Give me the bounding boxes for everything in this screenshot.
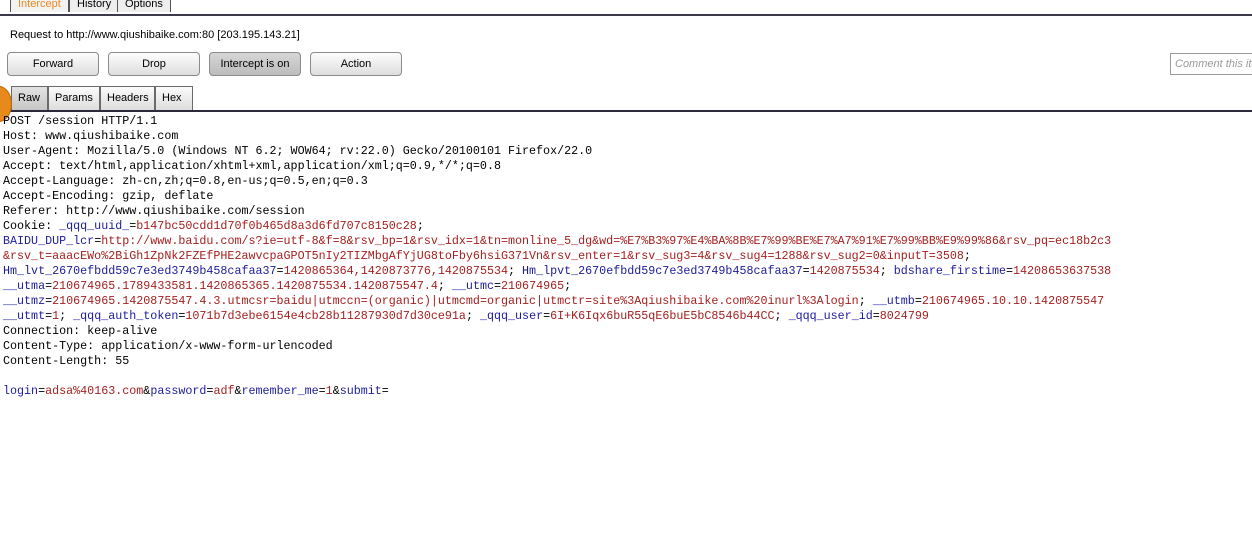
cookie-separator: = [1005,264,1013,278]
cookie-name: __utma [3,279,46,293]
cookie-line: __utma = 210674965.1789433581.1420865365.1… [3,279,1252,294]
cookie-line: Cookie: _qqq_uuid_=b147bc50cdd1d70f0b465… [3,219,1252,234]
cookie-line: Hm_lvt_2670efbdd59c7e3ed3749b458cafaa37=… [3,264,1252,279]
tab-headers[interactable]: Headers [100,86,155,110]
request-line: Content-Length: 55 [3,354,130,368]
cookie-value: 210674965.1789433581.1420865365.14208755… [52,279,438,293]
cookie-line: &rsv_t=aaacEWo%2BiGh1ZpNk2FZEfPHE2awvcpa… [3,249,1252,264]
request-line: Accept-Encoding: gzip, deflate [3,189,214,203]
cookie-name: BAIDU_DUP_lcr [3,234,95,248]
cookie-separator: ; [416,219,424,233]
param-separator: = [381,384,389,398]
cookie-value: 210674965.1420875547.4.3.utmcsr=baidu|ut… [52,294,859,308]
cookie-separator: = [276,264,284,278]
cookie-separator: ; [879,264,894,278]
request-target-label: Request to http://www.qiushibaike.com:80… [10,29,300,41]
tab-history[interactable]: History [69,0,120,12]
cookie-separator: = [914,294,922,308]
cookie-line: BAIDU_DUP_lcr=http://www.baidu.com/s?ie=… [3,234,1252,249]
cookie-separator: ; [858,294,873,308]
raw-request-editor[interactable]: POST /session HTTP/1.1 Host: www.qiushiba… [3,114,1252,552]
cookie-value: &rsv_t=aaacEWo%2BiGh1ZpNk2FZEfPHE2awvcpa… [3,249,964,263]
request-line: Connection: keep-alive [3,324,158,338]
request-body: login=adsa%40163.com&password=adf&rememb… [3,384,1252,399]
forward-button[interactable]: Forward [7,52,99,76]
cookie-separator: ; [774,309,789,323]
action-button[interactable]: Action [310,52,402,76]
request-line: Referer: http://www.qiushibaike.com/sess… [3,204,305,218]
cookie-value: http://www.baidu.com/s?ie=utf-8&f=8&rsv_… [101,234,1112,248]
cookie-name: _qqq_auth_token [73,309,179,323]
cookie-name: _qqq_user [479,309,544,323]
param-separator: = [318,384,326,398]
cookie-separator: ; [564,279,572,293]
cookie-separator: ; [465,309,480,323]
cookie-value: 8024799 [879,309,929,323]
cookie-value: 1071b7d3ebe6154e4cb28b11287930d7d30ce91a [185,309,466,323]
cookie-line: __utmt=1; _qqq_auth_token=1071b7d3ebe615… [3,309,1252,324]
request-line: POST /session HTTP/1.1 [3,114,158,128]
param-name: remember_me [241,384,319,398]
cookie-value: 210674965.10.10.1420875547 [921,294,1105,308]
cookie-name: __utmt [3,309,46,323]
cookie-value: 1420875534 [809,264,880,278]
comment-input[interactable]: Comment this item [1170,53,1252,75]
cookie-value: 1420865364,1420873776,1420875534 [283,264,508,278]
cookie-separator: ; [508,264,523,278]
param-name: password [150,384,207,398]
cookie-name: _qqq_uuid_ [59,219,130,233]
cookie-name: __utmz [3,294,46,308]
cookie-line: __utmz = 210674965.1420875547.4.3.utmcsr=b… [3,294,1252,309]
param-separator: & [234,384,242,398]
request-line [3,369,1252,384]
cookie-separator: = [872,309,880,323]
cookie-separator: = [802,264,810,278]
cookie-name: _qqq_user_id [788,309,873,323]
tab-intercept[interactable]: Intercept [10,0,69,12]
request-line: Host: www.qiushibaike.com [3,129,179,143]
cookie-separator: ; [963,249,971,263]
request-line: Accept-Language: zh-cn,zh;q=0.8,en-us;q=… [3,174,368,188]
cookie-value: 6I+K6Iqx6buR55qE6buE5bC8546b44CC [550,309,775,323]
tab-raw[interactable]: Raw [11,86,48,110]
param-separator: & [332,384,340,398]
cookie-name: Hm_lpvt_2670efbdd59c7e3ed3749b458cafaa37 [522,264,803,278]
request-line: Accept: text/html,application/xhtml+xml,… [3,159,501,173]
param-value: adf [213,384,235,398]
cookie-name: __utmb [872,294,915,308]
cookie-header-name: Cookie: [3,219,60,233]
cookie-separator: = [494,279,502,293]
cookie-value: b147bc50cdd1d70f0b465d8a3d6fd707c8150c28 [136,219,417,233]
tab-params[interactable]: Params [48,86,100,110]
param-name: login [3,384,39,398]
request-line: Content-Type: application/x-www-form-url… [3,339,333,353]
cookie-separator: ; [59,309,74,323]
tab-options[interactable]: Options [117,0,171,12]
cookie-name: __utmc [451,279,494,293]
message-view-tabs: Raw Params Headers Hex [0,86,1252,112]
param-value: 1 [325,384,333,398]
cookie-separator: ; [437,279,452,293]
cookie-value: 14208653637538 [1013,264,1112,278]
param-name: submit [339,384,382,398]
tab-hex[interactable]: Hex [155,86,193,110]
intercept-toggle-button[interactable]: Intercept is on [209,52,301,76]
cookie-name: bdshare_firstime [893,264,1006,278]
drop-button[interactable]: Drop [108,52,200,76]
cookie-name: Hm_lvt_2670efbdd59c7e3ed3749b458cafaa37 [3,264,277,278]
cookie-value: 210674965 [501,279,565,293]
param-value: adsa%40163.com [45,384,144,398]
request-line: User-Agent: Mozilla/5.0 (Windows NT 6.2;… [3,144,593,158]
tool-tabs-bar: Intercept History Options [0,0,1252,16]
